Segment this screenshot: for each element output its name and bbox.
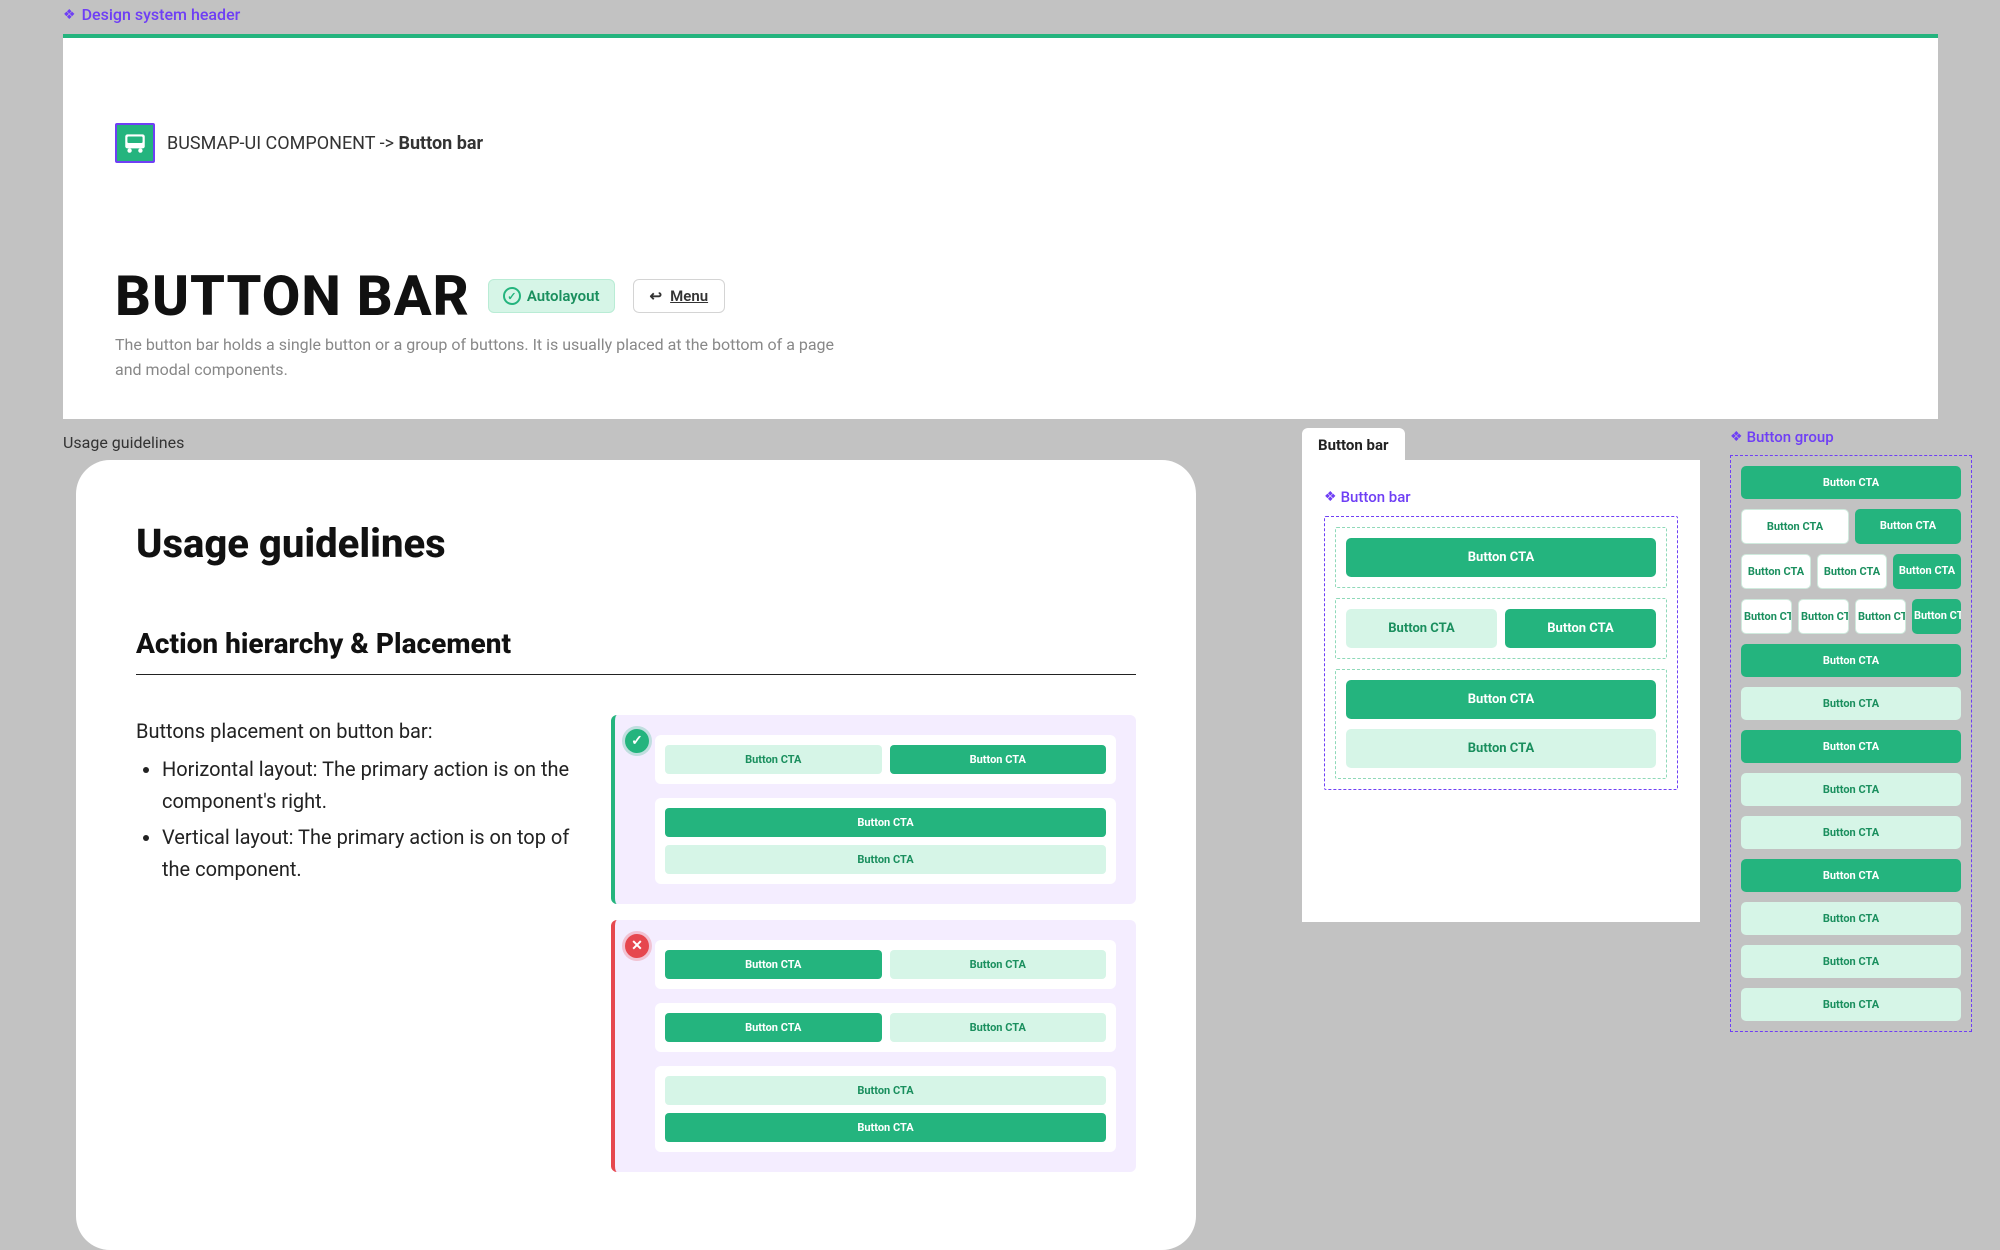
button-bar-dashed-outer: Button CTA Button CTA Button CTA Button … bbox=[1324, 516, 1678, 790]
example-good: ✓ Button CTA Button CTA Button CTA Butto… bbox=[611, 715, 1136, 904]
example-row-vertical: Button CTA Button CTA bbox=[655, 798, 1116, 884]
button-group-label: ❖ Button group bbox=[1730, 428, 1834, 446]
button-bar-frame: ❖ Button bar Button CTA Button CTA Butto… bbox=[1302, 460, 1700, 922]
group-cta-primary[interactable]: Button CTA bbox=[1741, 466, 1961, 499]
cta-button-primary[interactable]: Button CTA bbox=[890, 745, 1107, 774]
cta-button-secondary[interactable]: Button CTA bbox=[1346, 729, 1656, 768]
variant-vertical: Button CTA Button CTA bbox=[1335, 669, 1667, 779]
usage-bullet-1: Horizontal layout: The primary action is… bbox=[162, 753, 571, 817]
cta-button-secondary[interactable]: Button CTA bbox=[665, 845, 1106, 874]
group-cta-outlined[interactable]: Button CTA bbox=[1817, 554, 1887, 589]
group-cta-outlined[interactable]: Button CTA bbox=[1741, 509, 1849, 544]
cta-button-secondary[interactable]: Button CTA bbox=[890, 950, 1107, 979]
group-cta-primary[interactable]: Button CTA bbox=[1741, 859, 1961, 892]
group-cta-outlined[interactable]: Button CTA bbox=[1741, 599, 1792, 634]
button-group-frame: Button CTA Button CTA Button CTA Button … bbox=[1730, 455, 1972, 1032]
cross-icon: ✕ bbox=[625, 934, 649, 958]
menu-label: Menu bbox=[670, 287, 708, 305]
group-cta-primary[interactable]: Button CTA bbox=[1741, 644, 1961, 677]
check-circle-icon: ✓ bbox=[503, 287, 521, 305]
breadcrumb-sep: -> bbox=[380, 133, 394, 154]
group-cta-secondary[interactable]: Button CTA bbox=[1741, 945, 1961, 978]
diamond-icon: ❖ bbox=[63, 7, 76, 23]
group-cta-secondary[interactable]: Button CTA bbox=[1741, 687, 1961, 720]
example-row-horizontal-bad: Button CTA Button CTA bbox=[655, 940, 1116, 989]
diamond-icon: ❖ bbox=[1730, 429, 1743, 445]
breadcrumb-text: BUSMAP-UI COMPONENT -> Button bar bbox=[167, 133, 483, 154]
group-cta-outlined[interactable]: Button CTA bbox=[1741, 554, 1811, 589]
usage-frame-label: Usage guidelines bbox=[63, 433, 184, 452]
cta-button-primary[interactable]: Button CTA bbox=[1346, 680, 1656, 719]
breadcrumb: BUSMAP-UI COMPONENT -> Button bar bbox=[115, 123, 483, 163]
group-cta-secondary[interactable]: Button CTA bbox=[1741, 902, 1961, 935]
usage-bullet-2: Vertical layout: The primary action is o… bbox=[162, 821, 571, 885]
frame-inner-label-text: Button bar bbox=[1341, 488, 1411, 506]
group-cta-secondary[interactable]: Button CTA bbox=[1741, 816, 1961, 849]
breadcrumb-root: BUSMAP-UI COMPONENT bbox=[167, 133, 375, 154]
frame-tab-buttonbar[interactable]: Button bar bbox=[1302, 428, 1405, 462]
autolayout-label: Autolayout bbox=[527, 287, 600, 305]
group-cta-secondary[interactable]: Button CTA bbox=[1741, 988, 1961, 1021]
variant-horizontal: Button CTA Button CTA bbox=[1335, 598, 1667, 659]
cta-button-secondary[interactable]: Button CTA bbox=[665, 1076, 1106, 1105]
usage-heading: Usage guidelines bbox=[136, 520, 1136, 567]
group-cta-outlined[interactable]: Button CTA bbox=[1798, 599, 1849, 634]
cta-button-primary[interactable]: Button CTA bbox=[1346, 538, 1656, 577]
page-title: BUTTON BAR bbox=[115, 263, 470, 329]
autolayout-badge: ✓ Autolayout bbox=[488, 279, 615, 313]
undo-arrow-icon: ↩ bbox=[650, 287, 663, 305]
usage-intro: Buttons placement on button bar: bbox=[136, 715, 571, 747]
group-cta-primary[interactable]: Button CTA bbox=[1893, 554, 1961, 589]
usage-section-heading: Action hierarchy & Placement bbox=[136, 627, 1136, 675]
examples-column: ✓ Button CTA Button CTA Button CTA Butto… bbox=[611, 715, 1136, 1172]
usage-card: Usage guidelines Action hierarchy & Plac… bbox=[76, 460, 1196, 1250]
cta-button-primary[interactable]: Button CTA bbox=[665, 1113, 1106, 1142]
page-label-text: Design system header bbox=[82, 5, 241, 24]
group-cta-primary[interactable]: Button CTA bbox=[1912, 599, 1961, 634]
menu-badge[interactable]: ↩ Menu bbox=[633, 279, 726, 313]
group-cta-primary[interactable]: Button CTA bbox=[1741, 730, 1961, 763]
cta-button-primary[interactable]: Button CTA bbox=[665, 808, 1106, 837]
example-row-horizontal-bad-2: Button CTA Button CTA bbox=[655, 1003, 1116, 1052]
group-cta-primary[interactable]: Button CTA bbox=[1855, 509, 1961, 544]
cta-button-primary[interactable]: Button CTA bbox=[665, 950, 882, 979]
design-system-header-label: ❖ Design system header bbox=[63, 5, 240, 24]
breadcrumb-current: Button bar bbox=[398, 133, 483, 154]
example-row-horizontal: Button CTA Button CTA bbox=[655, 735, 1116, 784]
button-group-label-text: Button group bbox=[1747, 428, 1834, 446]
example-bad: ✕ Button CTA Button CTA Button CTA Butto… bbox=[611, 920, 1136, 1172]
cta-button-secondary[interactable]: Button CTA bbox=[665, 745, 882, 774]
check-icon: ✓ bbox=[625, 729, 649, 753]
diamond-icon: ❖ bbox=[1324, 489, 1337, 505]
group-cta-secondary[interactable]: Button CTA bbox=[1741, 773, 1961, 806]
frame-inner-label: ❖ Button bar bbox=[1324, 488, 1678, 506]
bus-logo-icon bbox=[115, 123, 155, 163]
cta-button-primary[interactable]: Button CTA bbox=[665, 1013, 882, 1042]
cta-button-primary[interactable]: Button CTA bbox=[1505, 609, 1656, 648]
variant-single: Button CTA bbox=[1335, 527, 1667, 588]
example-row-vertical-bad: Button CTA Button CTA bbox=[655, 1066, 1116, 1152]
header-card: BUSMAP-UI COMPONENT -> Button bar BUTTON… bbox=[63, 34, 1938, 419]
title-row: BUTTON BAR ✓ Autolayout ↩ Menu bbox=[115, 263, 725, 329]
usage-text: Buttons placement on button bar: Horizon… bbox=[136, 715, 571, 1172]
page-description: The button bar holds a single button or … bbox=[115, 333, 855, 383]
group-cta-outlined[interactable]: Button CTA bbox=[1855, 599, 1906, 634]
cta-button-secondary[interactable]: Button CTA bbox=[890, 1013, 1107, 1042]
cta-button-secondary[interactable]: Button CTA bbox=[1346, 609, 1497, 648]
